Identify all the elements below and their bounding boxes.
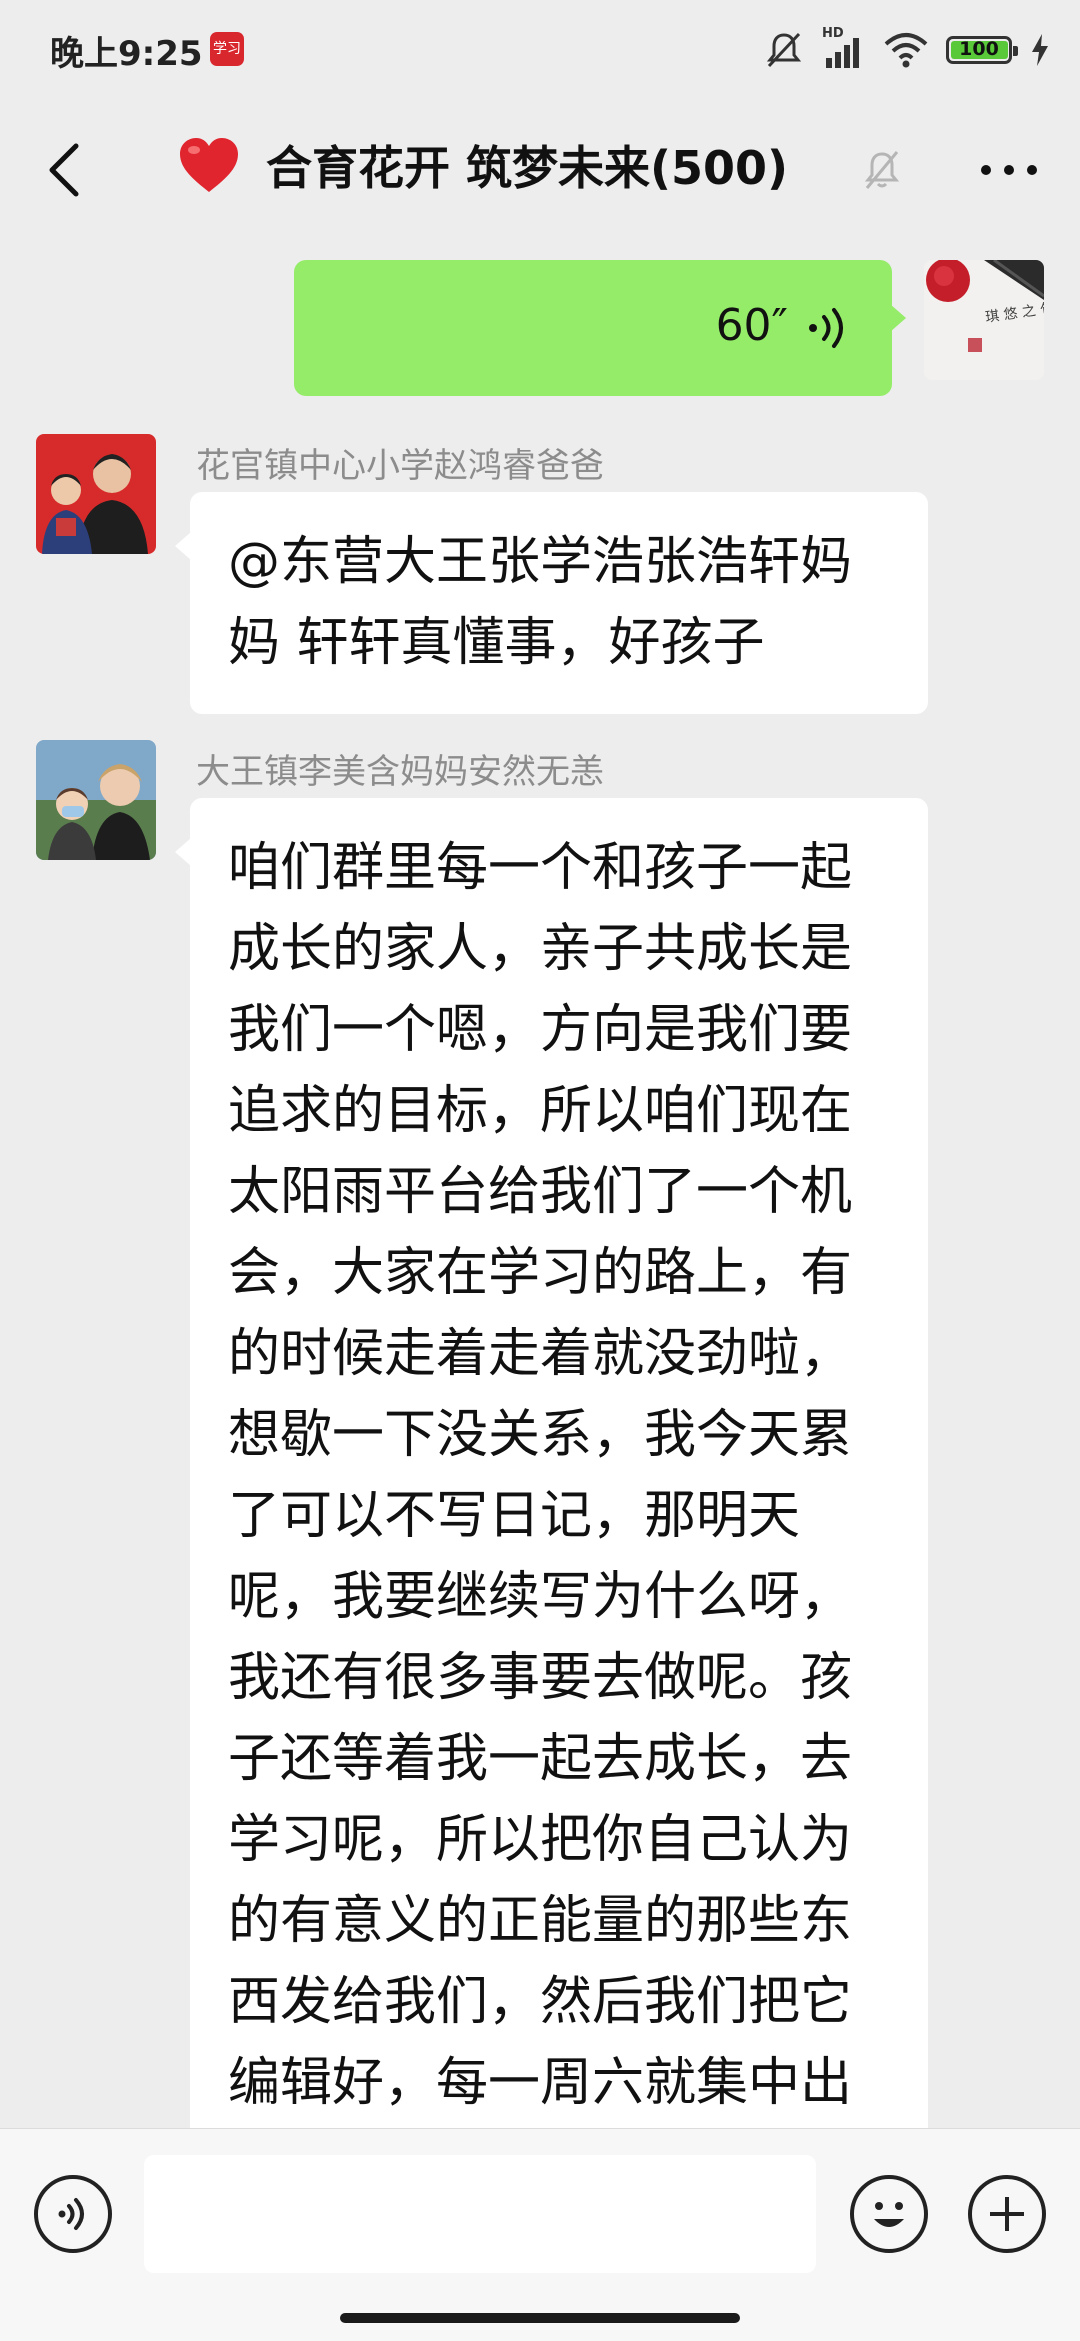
more-functions-button[interactable] [968,2175,1046,2253]
status-time: 晚上9:25 [50,34,203,74]
message-input[interactable] [144,2155,816,2273]
voice-wave-icon [809,308,843,348]
more-options-icon[interactable] [974,150,1044,190]
muted-bell-icon [864,151,900,189]
sender-name: 花官镇中心小学赵鸿睿爸爸 [196,446,604,486]
voice-duration: 60″ [715,300,788,351]
wifi-icon [884,33,928,68]
charging-bolt-icon [1032,34,1048,66]
voice-input-icon [58,2198,84,2230]
mute-bell-icon [766,32,802,68]
heart-emoji-icon [180,138,238,192]
text-message-bubble[interactable]: @东营大王张学浩张浩轩妈妈 轩轩真懂事，好孩子 [175,492,928,714]
avatar-sender-2[interactable] [36,740,156,860]
avatar-sender-1[interactable] [36,434,156,554]
smiley-icon [874,2202,904,2227]
message-text: @东营大王张学浩张浩轩妈妈 轩轩真懂事，好孩子 [228,532,853,673]
text-message-bubble[interactable]: 咱们群里每一个和孩子一起成长的家人，亲子共成长是我们一个嗯，方向是我们要追求的目… [175,798,928,2128]
sender-name: 大王镇李美含妈妈安然无恙 [196,752,604,792]
chat-header: 合育花开 筑梦未来(500) [0,120,1080,220]
avatar-self[interactable]: 琪 悠 之 句 [924,260,1044,380]
back-arrow-icon[interactable] [38,138,98,202]
chat-input-bar [0,2128,1080,2341]
status-icons: HD 100 [764,26,1050,72]
voice-message-bubble[interactable]: 60″ [294,260,906,396]
message-list[interactable]: 60″ 琪 悠 之 句 花官镇中心小学赵鸿睿爸爸 @东营大王张学浩张浩轩妈妈 轩… [0,240,1080,2128]
chat-title: 合育花开 筑梦未来(500) [266,141,789,195]
plus-icon [990,2197,1024,2231]
emoji-button[interactable] [850,2175,928,2253]
home-indicator[interactable] [340,2313,740,2323]
chat-title-area[interactable]: 合育花开 筑梦未来(500) [178,132,788,198]
voice-input-button[interactable] [34,2175,112,2253]
battery-icon: 100 [946,36,1018,64]
battery-level: 100 [959,38,999,60]
app-notification-icon: 学习 [210,32,244,66]
message-text: 咱们群里每一个和孩子一起成长的家人，亲子共成长是我们一个嗯，方向是我们要追求的目… [228,838,853,2113]
cellular-signal-icon: HD [822,26,866,70]
status-bar: 晚上9:25 学习 HD 100 [0,0,1080,100]
